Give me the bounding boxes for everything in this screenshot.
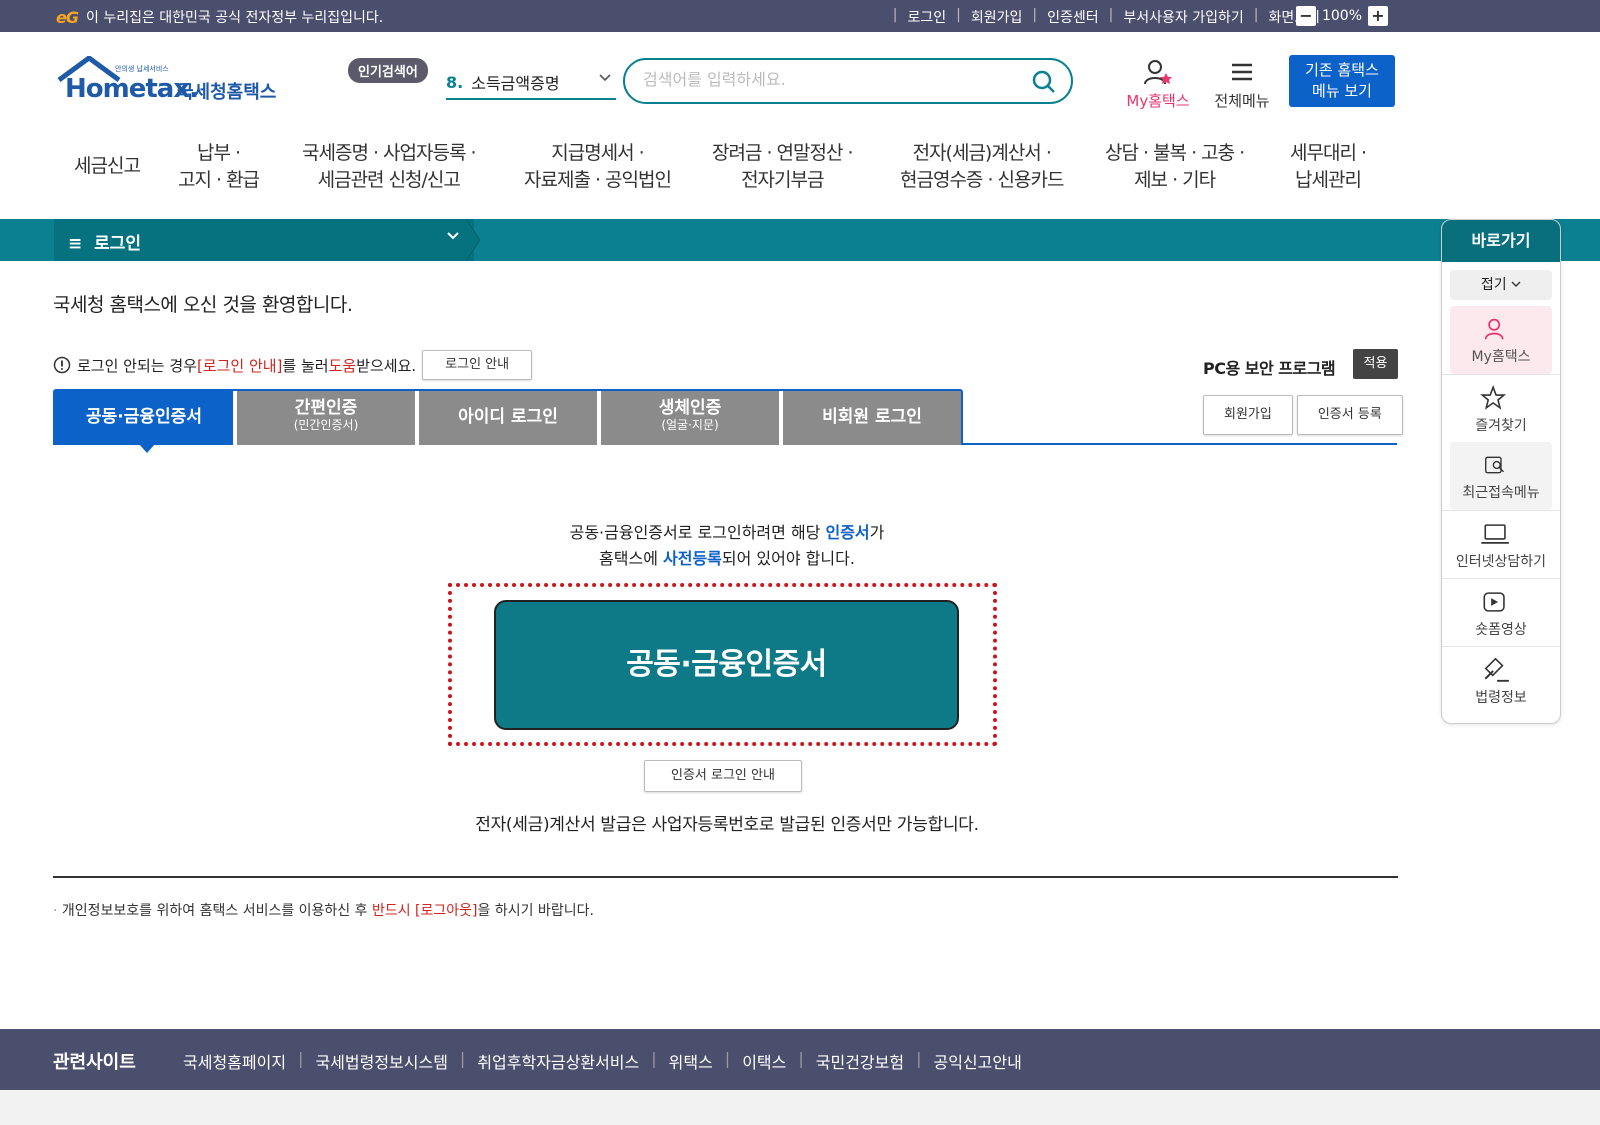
chevron-down-icon (598, 71, 612, 89)
popular-search-badge: 인기검색어 (348, 58, 428, 83)
top-dept-signup-link[interactable]: 부서사용자 가입하기 (1123, 7, 1243, 27)
top-login-link[interactable]: 로그인 (908, 7, 947, 27)
cert-message: 공동·금융인증서로 로그인하려면 해당 인증서가 홈택스에 사전등록되어 있어야… (569, 523, 885, 568)
my-hometax-button[interactable]: My홈택스 (1122, 58, 1194, 111)
apply-security-button[interactable]: 적용 (1353, 349, 1398, 379)
quick-my-hometax[interactable]: My홈택스 (1450, 306, 1552, 374)
quick-title: 바로가기 (1442, 220, 1560, 262)
related-sites-links: 국세청홈페이지 | 국세법령정보시스템 | 취업후학자금상환서비스 | 위택스 | 이택… (183, 1049, 1022, 1073)
nav-certificate[interactable]: 국세증명 · 사업자등록 · 세금관련 신청/신고 (302, 140, 477, 194)
page-title: 국세청 홈택스에 오신 것을 환영합니다. (53, 294, 353, 316)
search-input[interactable] (643, 70, 1003, 89)
footer-link-report[interactable]: 공익신고안내 (933, 1049, 1021, 1073)
footer: 관련사이트 국세청홈페이지 | 국세법령정보시스템 | 취업후학자금상환서비스 | 위… (0, 1029, 1600, 1090)
zoom-out-button[interactable]: − (1295, 6, 1316, 26)
info-icon (53, 356, 71, 374)
old-menu-button[interactable]: 기존 홈택스 메뉴 보기 (1289, 55, 1395, 107)
footer-link-nhis[interactable]: 국민건강보험 (816, 1049, 904, 1073)
hometax-logo[interactable]: 안의생 납세서비스 Hometax. 국세청홈택스 (55, 56, 285, 111)
chevron-down-icon[interactable] (446, 229, 460, 247)
user-icon (1484, 318, 1504, 340)
etax-notice: 전자(세금)계산서 발급은 사업자등록번호로 발급된 인증서만 가능합니다. (475, 815, 979, 835)
nav-tax-agent[interactable]: 세무대리 · 납세관리 (1290, 140, 1367, 194)
all-menu-label: 전체메뉴 (1214, 92, 1270, 110)
logo-name: 국세청홈택스 (177, 82, 277, 103)
gov-notice-text: 이 누리집은 대한민국 공식 전자정부 누리집입니다. (85, 10, 384, 26)
quick-law-info[interactable]: 법령정보 (1442, 646, 1560, 714)
zoom-control: − 100% + (1295, 6, 1388, 26)
popular-rank: 8. (446, 72, 464, 92)
search-box (623, 58, 1073, 104)
top-cert-center-link[interactable]: 인증센터 (1047, 7, 1099, 27)
tabs-frame (53, 389, 963, 445)
star-icon (1480, 385, 1507, 410)
quick-favorites[interactable]: 즐겨찾기 (1442, 374, 1560, 442)
main-nav: 세금신고 납부 · 고지 · 환급 국세증명 · 사업자등록 · 세금관련 신청/신… (60, 140, 1400, 200)
gavel-icon (1484, 657, 1509, 682)
quick-recent-menu[interactable]: 최근접속메뉴 (1450, 442, 1552, 510)
quick-shortform-video[interactable]: 숏폼영상 (1442, 578, 1560, 646)
quick-panel: 바로가기 접기 My홈택스 즐겨찾기 최근접속메뉴 인터넷상담하기 숏폼영상 법… (1441, 219, 1561, 724)
nav-statement[interactable]: 지급명세서 · 자료제출 · 공익법인 (524, 140, 672, 194)
cert-login-guide-button[interactable]: 인증서 로그인 안내 (644, 760, 802, 792)
tab-underline (963, 443, 1397, 445)
login-tabs: 공동·금융인증서 간편인증 (민간인증서) 아이디 로그인 생체인증 (얼굴·지문)… (53, 389, 963, 445)
cert-register-button[interactable]: 인증서 등록 (1296, 395, 1403, 435)
menu-icon: ≡ (68, 234, 83, 254)
pc-security-label: PC용 보안 프로그램 (1203, 359, 1336, 378)
footer-link-law[interactable]: 국세법령정보시스템 (315, 1049, 447, 1073)
laptop-icon (1481, 524, 1509, 544)
footer-link-loan[interactable]: 취업후학자금상환서비스 (477, 1049, 639, 1073)
user-star-icon (1144, 60, 1172, 85)
play-icon (1483, 592, 1505, 612)
side-buttons: 회원가입 인증서 등록 (1203, 395, 1403, 435)
signup-button[interactable]: 회원가입 (1203, 395, 1293, 435)
zoom-level: 100% (1321, 8, 1362, 24)
nav-e-invoice[interactable]: 전자(세금)계산서 · 현금영수증 · 신용카드 (900, 140, 1064, 194)
chevron-down-icon (1511, 281, 1521, 287)
recent-search-icon (1485, 456, 1505, 474)
footer-link-wetax[interactable]: 위택스 (669, 1049, 713, 1073)
page-bottom (0, 1090, 1600, 1125)
divider (53, 876, 1398, 878)
footer-link-etax[interactable]: 이택스 (742, 1049, 786, 1073)
zoom-in-button[interactable]: + (1368, 6, 1388, 26)
gov-banner: eG 이 누리집은 대한민국 공식 전자정부 누리집입니다. | 로그인 | 회원가… (0, 0, 1600, 32)
hamburger-icon (1232, 63, 1252, 81)
login-guide-button[interactable]: 로그인 안내 (422, 350, 533, 380)
joint-cert-login-button[interactable]: 공동·금융인증서 (494, 600, 959, 730)
my-hometax-label: My홈택스 (1126, 92, 1190, 110)
top-links: | 로그인 | 회원가입 | 인증센터 | 부서사용자 가입하기 | 화면크기 (892, 7, 1320, 27)
nav-incentive[interactable]: 장려금 · 연말정산 · 전자기부금 (712, 140, 854, 194)
breadcrumb-divider (466, 219, 481, 261)
search-icon[interactable] (1031, 69, 1057, 99)
nav-tax-filing[interactable]: 세금신고 (74, 153, 141, 180)
eg-logo: eG (56, 7, 79, 27)
all-menu-button[interactable]: 전체메뉴 (1208, 58, 1276, 111)
footer-link-nts[interactable]: 국세청홈페이지 (183, 1049, 286, 1073)
nav-payment[interactable]: 납부 · 고지 · 환급 (178, 140, 260, 194)
active-tab-indicator (139, 444, 155, 453)
breadcrumb-current[interactable]: ≡ 로그인 (68, 229, 141, 254)
login-guide-link[interactable]: [로그인 안내] (197, 355, 282, 376)
privacy-notice: · 개인정보보호를 위하여 홈택스 서비스를 이용하신 후 반드시 [로그아웃]… (53, 903, 594, 919)
top-signup-link[interactable]: 회원가입 (971, 7, 1023, 27)
breadcrumb-bar: ≡ 로그인 (0, 219, 1600, 261)
gov-notice: eG 이 누리집은 대한민국 공식 전자정부 누리집입니다. (56, 7, 383, 27)
popular-search-select[interactable]: 8. 소득금액증명 (446, 66, 616, 100)
nav-consult[interactable]: 상담 · 불복 · 고충 · 제보 · 기타 (1105, 140, 1245, 194)
quick-online-consult[interactable]: 인터넷상담하기 (1442, 510, 1560, 578)
related-sites-title: 관련사이트 (53, 1052, 136, 1073)
login-notice: 로그인 안되는 경우 [로그인 안내] 를 눌러 도움 받으세요. 로그인 안내 (53, 350, 533, 380)
popular-term: 소득금액증명 (471, 74, 560, 93)
quick-fold-button[interactable]: 접기 (1450, 270, 1552, 300)
